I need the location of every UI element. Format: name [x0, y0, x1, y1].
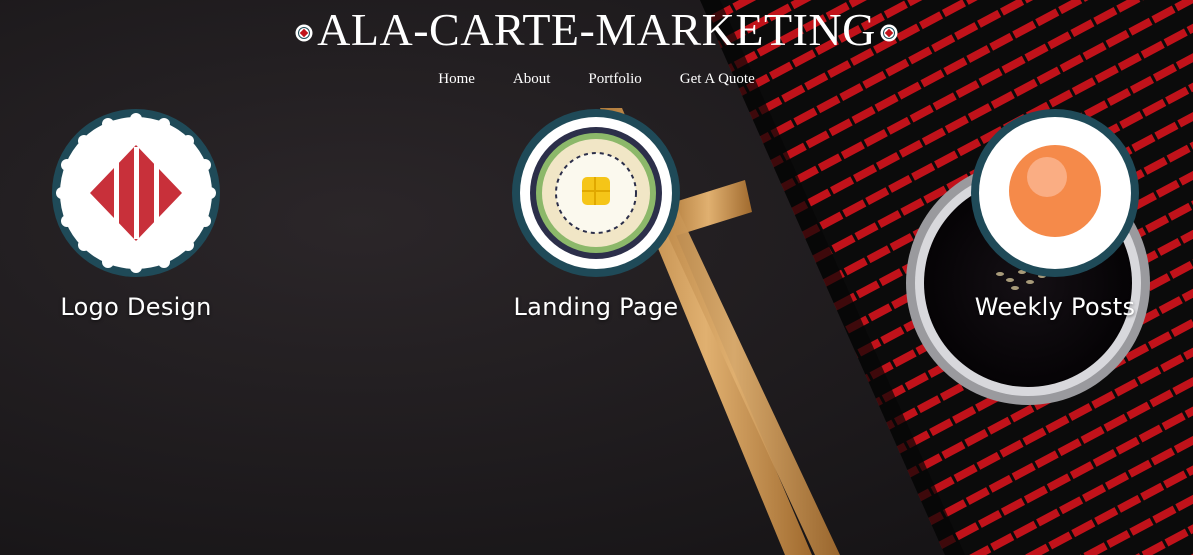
nav-link-get-a-quote[interactable]: Get A Quote [680, 68, 755, 90]
service-weekly-posts[interactable]: Weekly Posts [925, 107, 1185, 321]
nav-link-about[interactable]: About [513, 68, 551, 90]
sushi-roll-icon [295, 24, 313, 42]
service-label: Logo Design [60, 293, 212, 321]
service-landing-page[interactable]: Landing Page [466, 107, 726, 321]
service-logo-design[interactable]: Logo Design [6, 107, 266, 321]
salmon-roe-icon [971, 109, 1139, 277]
title-row: ALA-CARTE-MARKETING [0, 4, 1193, 56]
nav-link-home[interactable]: Home [438, 68, 475, 90]
service-label: Weekly Posts [974, 293, 1136, 321]
salmon-nigiri-icon [52, 109, 220, 277]
service-label: Landing Page [513, 293, 679, 321]
site-title[interactable]: ALA-CARTE-MARKETING [317, 4, 876, 56]
sushi-roll-icon [880, 24, 898, 42]
nav-link-portfolio[interactable]: Portfolio [588, 68, 641, 90]
main-nav: Home About Portfolio Get A Quote [0, 68, 1193, 90]
maki-roll-icon [512, 109, 680, 277]
